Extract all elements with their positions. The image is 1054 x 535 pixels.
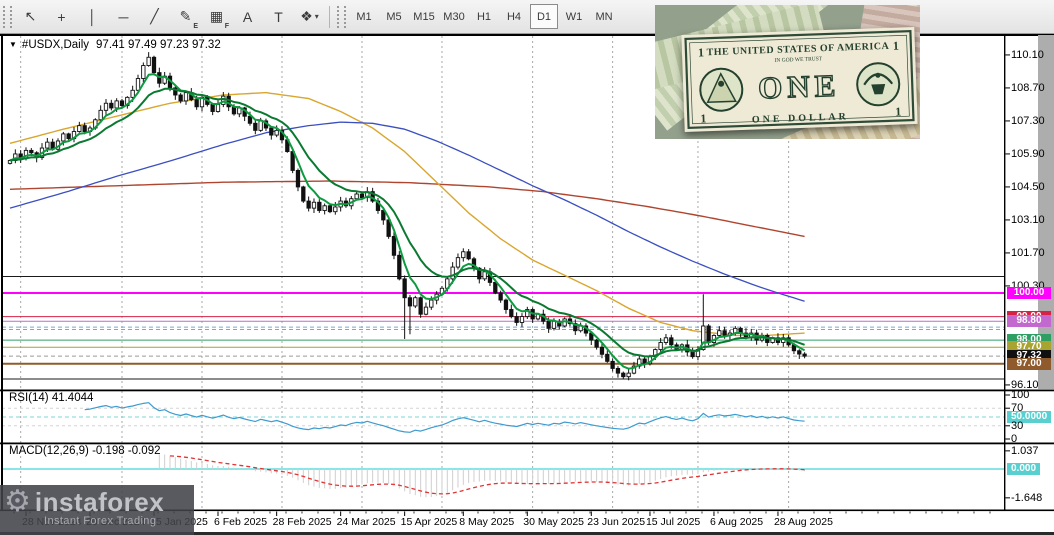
- date-axis-label: 28 Aug 2025: [773, 516, 833, 528]
- bill-corner-digit: 1: [698, 45, 704, 59]
- bill-one-text: ONE: [758, 68, 841, 106]
- price-level-label: 98.80: [1007, 315, 1051, 328]
- text-tool-button[interactable]: A: [233, 3, 262, 30]
- timeframe-MN-button[interactable]: MN: [590, 4, 618, 29]
- arrows-tool-button[interactable]: ❖ ▾: [295, 3, 324, 30]
- price-axis-tick: 101.70: [1011, 246, 1045, 259]
- toolbar-separator: [329, 5, 330, 28]
- rsi-axis-tick: 30: [1011, 419, 1024, 432]
- price-axis-tick: 103.10: [1011, 213, 1045, 226]
- toolbar-grip[interactable]: [337, 5, 346, 28]
- rsi-axis-tick: 100: [1011, 389, 1030, 401]
- ohlc-quotes: 97.41 97.49 97.23 97.32: [96, 39, 221, 51]
- timeframes-group: M1 M5 M15 M30 H1 H4 D1 W1 MN: [349, 4, 619, 29]
- date-axis-label: 28 Feb 2025: [272, 516, 332, 528]
- equidistant-channel-tool-button[interactable]: ✎ E: [171, 3, 200, 30]
- timeframe-D1-button[interactable]: D1: [530, 4, 558, 29]
- drawing-tools-group: ↖ + │ ─ ╱ ✎ E ▦ F A T ❖ ▾: [15, 3, 325, 30]
- timeframe-M1-button[interactable]: M1: [350, 4, 378, 29]
- bill-corner-digit: 1: [893, 39, 899, 53]
- date-axis-label: 15 Jul 2025: [645, 516, 701, 528]
- price-level-label: 97.00: [1007, 357, 1051, 370]
- date-axis-label: 15 Apr 2025: [400, 516, 458, 528]
- timeframe-W1-button[interactable]: W1: [560, 4, 588, 29]
- watermark-brand: instaforex: [34, 487, 165, 517]
- price-axis-tick: 104.50: [1011, 180, 1045, 193]
- timeframe-M30-button[interactable]: M30: [440, 4, 468, 29]
- instaforex-gear-icon: ⚙: [4, 485, 31, 518]
- bill-motto-text: IN GOD WE TRUST: [774, 56, 822, 64]
- mt4-window: ↖ + │ ─ ╱ ✎ E ▦ F A T ❖ ▾ M1 M5 M15 M30 H1 H4 D1 W1 MN ▼ #USD…: [0, 0, 1054, 535]
- macd-indicator-label: MACD(12,26,9) -0.198 -0.092: [9, 445, 161, 457]
- bill-corner-digit: 1: [895, 104, 901, 118]
- rsi-axis-tick: 0: [1011, 433, 1018, 445]
- timeframe-M5-button[interactable]: M5: [380, 4, 408, 29]
- one-dollar-bill: THE UNITED STATES OF AMERICA IN GOD WE T…: [681, 26, 918, 133]
- toolbar-grip[interactable]: [3, 5, 12, 28]
- vertical-line-tool-button[interactable]: │: [78, 3, 107, 30]
- price-axis-tick: 108.70: [1011, 81, 1045, 94]
- price-axis-tick: 107.30: [1011, 114, 1045, 127]
- date-axis-label: 23 Jun 2025: [587, 516, 646, 528]
- macd-axis-tick: 1.037: [1011, 444, 1039, 457]
- rsi-indicator-label: RSI(14) 41.4044: [9, 392, 94, 404]
- date-axis-label: 8 May 2025: [459, 516, 515, 528]
- chevron-down-icon[interactable]: ▼: [9, 40, 17, 49]
- bill-corner-digit: 1: [700, 111, 706, 125]
- date-axis-label: 24 Mar 2025: [336, 516, 396, 528]
- trendline-tool-button[interactable]: ╱: [140, 3, 169, 30]
- macd-axis-tick: -1.648: [1011, 491, 1043, 504]
- bill-top-text: THE UNITED STATES OF AMERICA: [706, 41, 889, 58]
- cursor-tool-button[interactable]: ↖: [16, 3, 45, 30]
- fibonacci-tool-button[interactable]: ▦ F: [202, 3, 231, 30]
- timeframe-H4-button[interactable]: H4: [500, 4, 528, 29]
- price-axis-tick: 110.10: [1011, 48, 1044, 61]
- date-axis-label: 6 Aug 2025: [709, 516, 764, 528]
- instaforex-watermark: ⚙ instaforex Instant Forex Trading: [0, 485, 194, 535]
- chart-title: ▼ #USDX,Daily 97.41 97.49 97.23 97.32: [9, 39, 221, 51]
- date-axis-label: 30 May 2025: [523, 516, 585, 528]
- crosshair-tool-button[interactable]: +: [47, 3, 76, 30]
- symbol-name: #USDX,Daily: [21, 39, 90, 51]
- price-level-label: 100.00: [1007, 287, 1051, 299]
- text-label-tool-button[interactable]: T: [264, 3, 293, 30]
- timeframe-M15-button[interactable]: M15: [410, 4, 438, 29]
- dollar-bills-photo: THE UNITED STATES OF AMERICA IN GOD WE T…: [655, 5, 920, 139]
- macd-level-label: 0.000: [1007, 463, 1041, 475]
- horizontal-line-tool-button[interactable]: ─: [109, 3, 138, 30]
- price-axis-tick: 105.90: [1011, 147, 1045, 160]
- date-axis-label: 6 Feb 2025: [213, 516, 268, 528]
- timeframe-H1-button[interactable]: H1: [470, 4, 498, 29]
